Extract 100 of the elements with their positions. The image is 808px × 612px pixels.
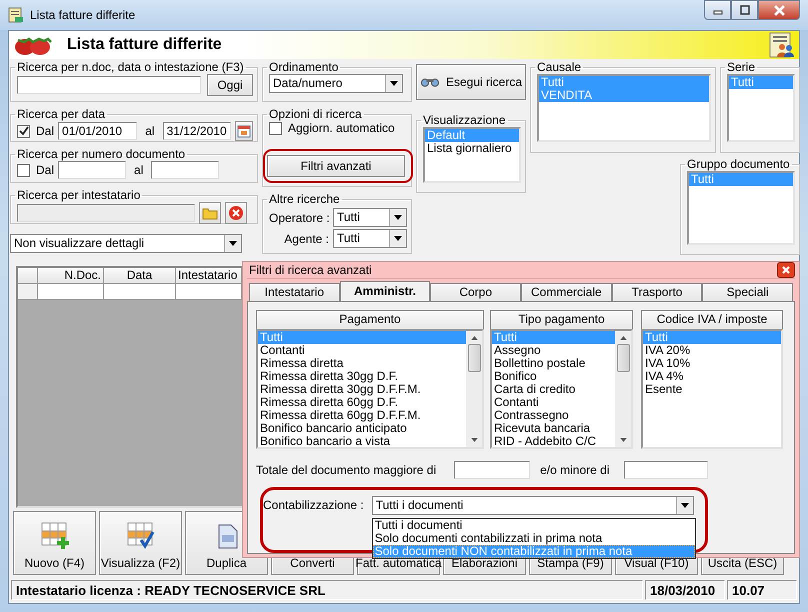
list-item[interactable]: Contrassegno	[492, 409, 615, 422]
field-label: Agente :	[283, 232, 329, 246]
holder-field[interactable]	[17, 204, 195, 222]
sort-dropdown[interactable]: Data/numero	[269, 74, 403, 93]
close-button[interactable]	[758, 0, 800, 20]
list-item[interactable]: IVA 10%	[643, 357, 781, 370]
calendar-icon	[236, 124, 251, 138]
close-icon	[781, 265, 791, 275]
document-people-icon	[769, 32, 795, 58]
accounting-dropdown[interactable]: Tutti i documenti	[372, 496, 694, 515]
list-item[interactable]: Rimessa diretta 60gg D.F.F.M.	[258, 409, 466, 422]
caret-icon	[394, 236, 402, 241]
tab[interactable]: Corpo	[430, 283, 522, 301]
toolbar-button[interactable]: Nuovo (F4)	[13, 511, 96, 575]
minimize-button[interactable]	[704, 0, 731, 20]
list-item[interactable]: Rimessa diretta	[258, 357, 466, 370]
caret-icon	[390, 81, 398, 86]
today-button[interactable]: Oggi	[207, 74, 253, 96]
group-label: Visualizzazione	[422, 113, 506, 127]
list-item[interactable]: Lista giornaliero	[425, 142, 519, 155]
column-header[interactable]: Intestatario	[176, 268, 242, 284]
scrollbar[interactable]	[466, 331, 482, 447]
list-item[interactable]: Contanti	[258, 344, 466, 357]
max-total-field[interactable]	[624, 461, 708, 479]
field-label: Operatore :	[269, 210, 329, 224]
checkbox[interactable]	[269, 122, 282, 134]
list-item[interactable]: Bollettino postale	[492, 357, 615, 370]
to-label: al	[134, 163, 144, 177]
list-item[interactable]: IVA 4%	[643, 370, 781, 383]
tab[interactable]: Speciali	[702, 283, 794, 301]
group-label: Ricerca per n.doc, data o intestazione (F3)	[16, 60, 245, 74]
list-item[interactable]: RID - Addebito C/C	[492, 435, 615, 448]
list-item[interactable]: Carta di credito	[492, 383, 615, 396]
table-cell	[176, 284, 242, 300]
group-label: Gruppo documento	[686, 157, 791, 171]
list-item[interactable]: Bonifico	[492, 370, 615, 383]
number-field[interactable]	[58, 161, 126, 179]
from-label: Dal	[36, 124, 54, 138]
list-item[interactable]: Esente	[643, 383, 781, 396]
field-label: Contabilizzazione :	[263, 498, 364, 514]
column-header[interactable]: Data	[104, 268, 176, 284]
list-item[interactable]: Bonifico bancario a vista	[258, 435, 466, 448]
folder-button[interactable]	[199, 202, 221, 224]
filter-dropdown[interactable]: Tutti	[333, 229, 407, 248]
arrow-up-icon	[470, 336, 478, 340]
table-plus-icon	[40, 522, 68, 550]
list-item[interactable]: Rimessa diretta 30gg D.F.	[258, 370, 466, 383]
number-field[interactable]	[151, 161, 220, 179]
maximize-icon	[740, 5, 750, 15]
tab[interactable]: Trasporto	[612, 283, 702, 301]
maximize-button[interactable]	[731, 0, 758, 20]
toolbar-button[interactable]: Visualizza (F2)	[99, 511, 182, 575]
scrollbar-thumb[interactable]	[616, 344, 630, 372]
list-item[interactable]: IVA 20%	[643, 344, 781, 357]
group-label: Ricerca per data	[16, 107, 106, 121]
advanced-filters-button[interactable]: Filtri avanzati	[267, 155, 405, 177]
from-label: Dal	[36, 163, 54, 177]
tab[interactable]: Intestatario	[249, 283, 340, 301]
to-label: al	[145, 124, 155, 138]
date-field[interactable]: 01/01/2010	[58, 122, 138, 140]
search-button[interactable]: Esegui ricerca	[416, 64, 526, 100]
dropdown-option[interactable]: Tutti i documenti	[372, 519, 695, 532]
app-icon	[8, 7, 24, 23]
status-time: 10.07	[727, 580, 797, 600]
list-header: Tipo pagamento	[490, 310, 633, 329]
scrollbar[interactable]	[615, 331, 631, 447]
group-label: Serie	[726, 60, 756, 74]
field-label: e/o minore di	[540, 463, 610, 477]
checkbox-label: Aggiorn. automatico	[288, 121, 395, 135]
dropdown-option[interactable]: Solo documenti contabilizzati in prima nota	[372, 532, 695, 545]
list-item[interactable]: Contanti	[492, 396, 615, 409]
date-field[interactable]: 31/12/2010	[162, 122, 231, 140]
window-title: Lista fatture differite	[30, 8, 136, 22]
list-item[interactable]: Assegno	[492, 344, 615, 357]
tab[interactable]: Commerciale	[521, 283, 612, 301]
tab[interactable]: Amministr.	[340, 281, 430, 301]
table-cell	[104, 284, 176, 300]
group-label: Ordinamento	[268, 60, 340, 74]
calendar-button[interactable]	[234, 121, 253, 141]
arrow-down-icon	[620, 438, 626, 442]
min-total-field[interactable]	[454, 461, 530, 479]
list-item[interactable]: Rimessa diretta 30gg D.F.F.M.	[258, 383, 466, 396]
checkbox[interactable]	[17, 164, 30, 176]
list-header: Codice IVA / imposte	[641, 310, 783, 329]
search-field[interactable]	[17, 76, 201, 94]
field-label: Totale del documento maggiore di	[256, 463, 436, 477]
column-header[interactable]: N.Doc.	[38, 268, 104, 284]
list-item[interactable]: Ricevuta bancaria	[492, 422, 615, 435]
details-dropdown[interactable]: Non visualizzare dettagli	[10, 234, 242, 253]
filter-dropdown[interactable]: Tutti	[333, 208, 407, 227]
list-item[interactable]: Rimessa diretta 60gg D.F.	[258, 396, 466, 409]
arrow-up-icon	[620, 336, 626, 340]
check-icon	[18, 126, 28, 136]
clear-button[interactable]	[225, 202, 247, 224]
close-button[interactable]	[777, 262, 795, 278]
status-date: 18/03/2010	[645, 580, 725, 600]
scrollbar-thumb[interactable]	[468, 344, 480, 372]
row-header	[18, 284, 38, 300]
list-item[interactable]: Bonifico bancario anticipato	[258, 422, 466, 435]
checkbox[interactable]	[17, 124, 30, 138]
